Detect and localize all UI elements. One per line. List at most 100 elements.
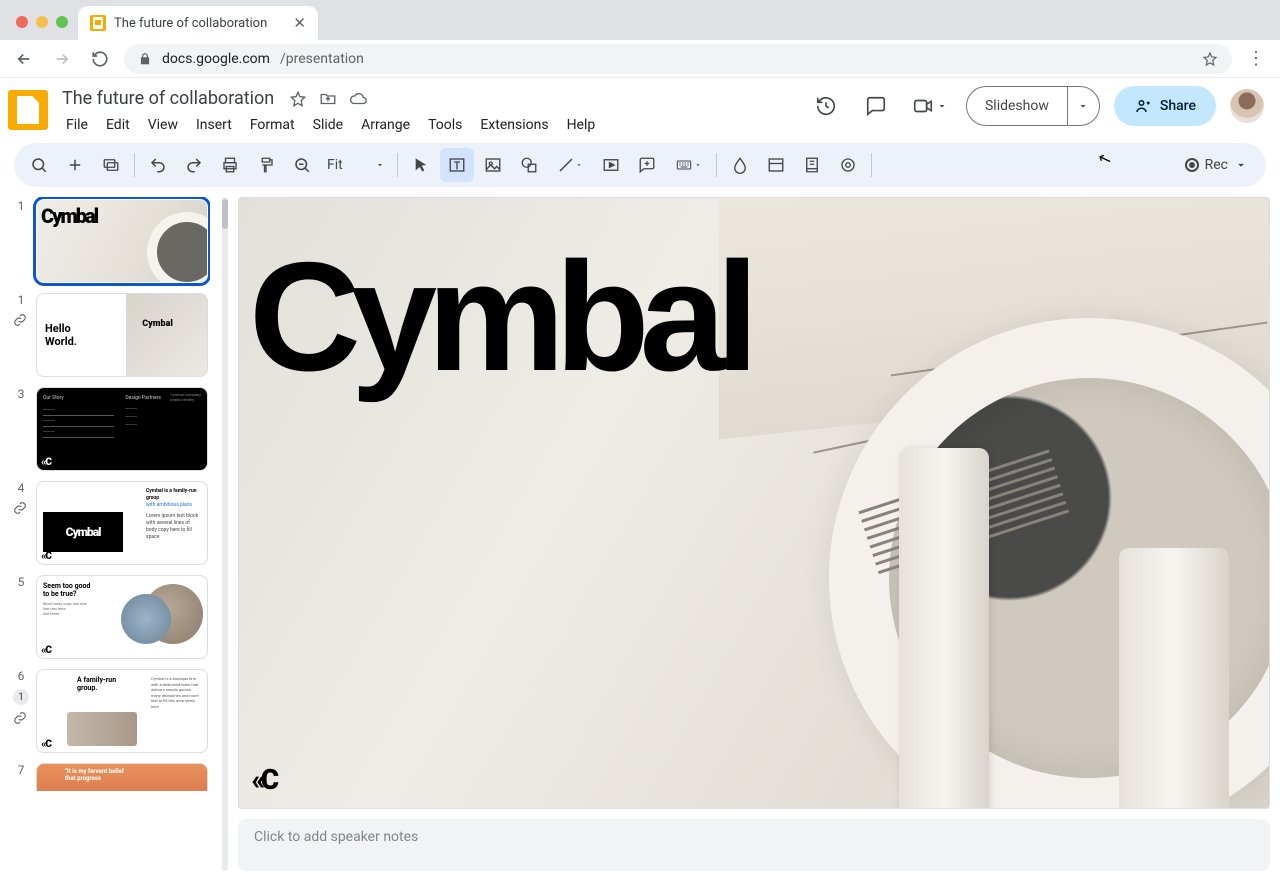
slide-thumb-4[interactable]: 4 Cymbal Cymbal is a family-run group wi…: [12, 481, 208, 565]
insert-video-button[interactable]: [594, 148, 628, 182]
toolbar: Fit Rec ↖: [0, 137, 1280, 193]
thumb-heading: Our Story: [43, 394, 114, 402]
slide-thumb-7[interactable]: 7 "It is my fervent belief that progress: [12, 763, 208, 791]
theme-button[interactable]: [795, 148, 829, 182]
slides-favicon-icon: [90, 15, 106, 31]
window-controls[interactable]: [10, 16, 78, 40]
thumb-heading: to be true?: [43, 590, 103, 598]
url-domain: docs.google.com: [162, 51, 270, 67]
menu-help[interactable]: Help: [559, 113, 604, 137]
speaker-notes[interactable]: Click to add speaker notes: [238, 819, 1270, 871]
slideshow-dropdown-icon[interactable]: [1067, 87, 1099, 125]
bookmark-star-icon[interactable]: [1202, 51, 1218, 67]
chevron-down-icon: [375, 160, 385, 170]
thumb-heading: group.: [77, 684, 116, 692]
menu-insert[interactable]: Insert: [188, 113, 240, 137]
menu-tools[interactable]: Tools: [420, 113, 470, 137]
slideshow-button[interactable]: Slideshow: [966, 86, 1100, 126]
search-menus-button[interactable]: [22, 148, 56, 182]
slide-footer-logo: ‹‹C: [251, 763, 275, 796]
print-button[interactable]: [213, 148, 247, 182]
thumb-logo: Cymbal: [66, 525, 101, 539]
slide-thumb-3[interactable]: 3 Our Story ——— ——— ——— Design Partners …: [12, 387, 208, 471]
app-header: The future of collaboration File Edit Vi…: [0, 78, 1280, 137]
menu-file[interactable]: File: [58, 113, 96, 137]
textbox-tool-button[interactable]: [440, 148, 474, 182]
star-icon[interactable]: [288, 89, 308, 109]
zoom-level-label: Fit: [327, 157, 343, 173]
slide-number: 1: [18, 293, 25, 307]
menu-edit[interactable]: Edit: [98, 113, 138, 137]
nav-reload-button[interactable]: [86, 45, 114, 73]
slide-title-text[interactable]: Cymbal: [249, 228, 749, 406]
share-label: Share: [1160, 98, 1196, 114]
slides-logo-icon[interactable]: [8, 90, 48, 130]
header-actions: Slideshow Share: [808, 86, 1264, 126]
cloud-saved-icon[interactable]: [348, 89, 368, 109]
title-area: The future of collaboration File Edit Vi…: [58, 86, 603, 137]
thumb-text: Hello: [45, 322, 126, 335]
menu-format[interactable]: Format: [242, 113, 303, 137]
canvas-area: Cymbal ‹‹C Click to add speaker notes: [238, 197, 1270, 871]
window-minimize-icon[interactable]: [36, 16, 48, 28]
slide-number: 5: [18, 575, 25, 589]
meet-button[interactable]: [908, 88, 952, 124]
share-button[interactable]: Share: [1114, 86, 1216, 126]
tab-close-icon[interactable]: ✕: [293, 14, 306, 32]
url-input[interactable]: docs.google.com/presentation: [124, 44, 1232, 74]
insert-line-button[interactable]: [548, 148, 592, 182]
link-icon: [13, 711, 29, 727]
workspace: 1 Cymbal 1 Hello World. Cymbal: [0, 193, 1280, 871]
document-title[interactable]: The future of collaboration: [58, 86, 278, 111]
new-slide-layout-button[interactable]: [94, 148, 128, 182]
nav-back-button[interactable]: [10, 45, 38, 73]
chevron-down-icon: [936, 100, 948, 112]
select-tool-button[interactable]: [404, 148, 438, 182]
keyboard-button[interactable]: [666, 148, 710, 182]
menu-extensions[interactable]: Extensions: [472, 113, 556, 137]
slide-number: 6: [18, 669, 25, 683]
menu-arrange[interactable]: Arrange: [353, 113, 418, 137]
filmstrip[interactable]: 1 Cymbal 1 Hello World. Cymbal: [10, 197, 210, 871]
slide-number: 7: [18, 763, 25, 777]
window-close-icon[interactable]: [16, 16, 28, 28]
slideshow-label: Slideshow: [967, 98, 1067, 114]
paint-format-button[interactable]: [249, 148, 283, 182]
background-button[interactable]: [723, 148, 757, 182]
insert-comment-button[interactable]: [630, 148, 664, 182]
slide-canvas[interactable]: Cymbal ‹‹C: [238, 197, 1270, 809]
nav-forward-button[interactable]: [48, 45, 76, 73]
redo-button[interactable]: [177, 148, 211, 182]
menu-view[interactable]: View: [140, 113, 186, 137]
browser-tab[interactable]: The future of collaboration ✕: [78, 6, 318, 40]
transition-button[interactable]: [831, 148, 865, 182]
url-path: /presentation: [280, 51, 364, 67]
speaker-notes-placeholder: Click to add speaker notes: [254, 829, 418, 845]
move-to-drive-icon[interactable]: [318, 89, 338, 109]
insert-shape-button[interactable]: [512, 148, 546, 182]
zoom-out-button[interactable]: [285, 148, 319, 182]
layout-button[interactable]: [759, 148, 793, 182]
filmstrip-scrollbar[interactable]: [222, 197, 228, 871]
rec-label: Rec: [1205, 157, 1228, 173]
slide-thumb-5[interactable]: 5 Seem too good to be true? Short body c…: [12, 575, 208, 659]
slide-number: 3: [18, 387, 25, 401]
menu-slide[interactable]: Slide: [305, 113, 351, 137]
undo-button[interactable]: [141, 148, 175, 182]
new-slide-button[interactable]: [58, 148, 92, 182]
window-zoom-icon[interactable]: [56, 16, 68, 28]
account-avatar[interactable]: [1230, 89, 1264, 123]
browser-menu-icon[interactable]: ⋮: [1242, 48, 1270, 69]
zoom-select[interactable]: Fit: [321, 157, 391, 173]
record-button[interactable]: Rec: [1175, 157, 1258, 173]
slide-thumb-1[interactable]: 1 Cymbal: [12, 199, 208, 283]
share-people-icon: [1134, 97, 1152, 115]
slide-thumb-2[interactable]: 1 Hello World. Cymbal: [12, 293, 208, 377]
insert-image-button[interactable]: [476, 148, 510, 182]
version-history-button[interactable]: [808, 88, 844, 124]
record-icon: [1185, 158, 1199, 172]
slide-thumb-6[interactable]: 6 1 A family-run group. Cymbal is a bout…: [12, 669, 208, 753]
thumb-title: Cymbal: [41, 204, 97, 228]
address-bar: docs.google.com/presentation ⋮: [0, 40, 1280, 78]
comments-button[interactable]: [858, 88, 894, 124]
